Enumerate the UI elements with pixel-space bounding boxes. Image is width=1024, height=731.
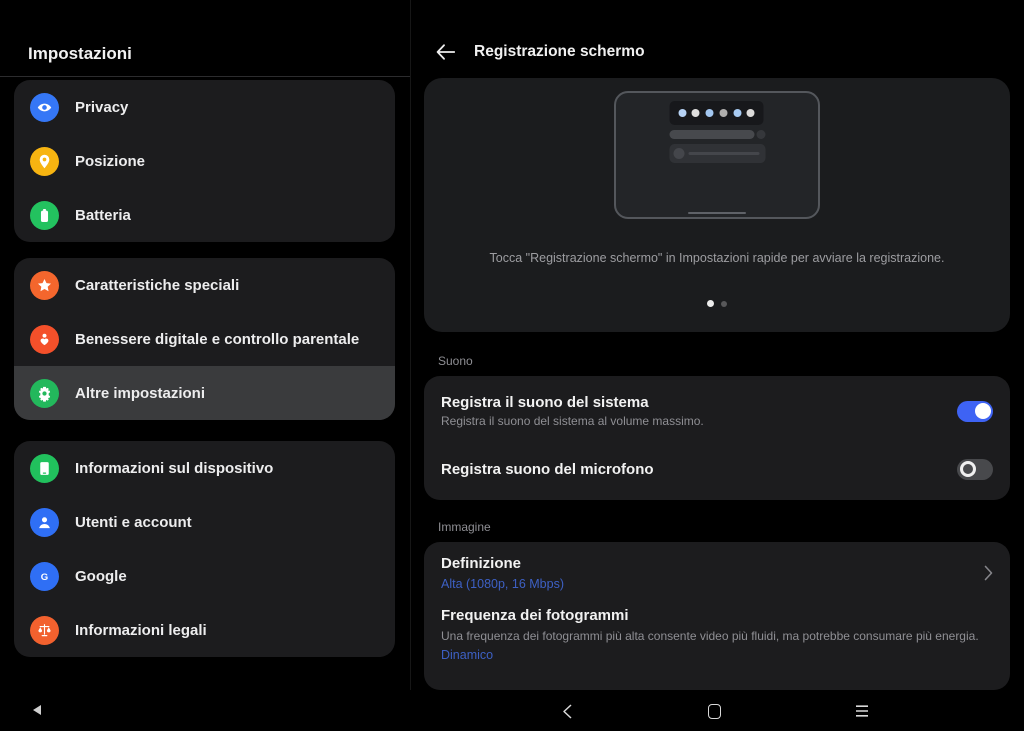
setting-subtitle: Registra il suono del sistema al volume … (441, 414, 704, 428)
user-icon (30, 508, 59, 537)
setting-subtitle: Una frequenza dei fotogrammi più alta co… (441, 629, 993, 643)
sidebar-item-caratteristiche-speciali[interactable]: Caratteristiche speciali (14, 258, 395, 312)
privacy-eye-icon (30, 93, 59, 122)
sidebar-item-batteria[interactable]: Batteria (14, 188, 395, 242)
section-label-suono: Suono (438, 354, 473, 368)
sidebar-item-label: Caratteristiche speciali (75, 277, 239, 294)
gear-icon (30, 379, 59, 408)
sidebar-group-3: Informazioni sul dispositivo Utenti e ac… (14, 441, 395, 657)
sidebar-item-posizione[interactable]: Posizione (14, 134, 395, 188)
slider-knob-illustration (757, 130, 766, 139)
toggle-knob (960, 461, 976, 477)
microphone-sound-toggle[interactable] (957, 459, 993, 480)
sidebar-item-label: Privacy (75, 99, 128, 116)
carousel-dots (424, 300, 1010, 307)
sidebar-group-2: Caratteristiche speciali Benessere digit… (14, 258, 395, 420)
location-pin-icon (30, 147, 59, 176)
sidebar-item-label: Google (75, 568, 127, 585)
panel-divider (410, 0, 411, 731)
chevron-right-icon (984, 565, 993, 586)
sidebar-item-label: Benessere digitale e controllo parentale (75, 331, 359, 348)
tile-dot (733, 109, 741, 117)
setting-row-frequenza-fotogrammi[interactable]: Frequenza dei fotogrammi Una frequenza d… (441, 607, 993, 662)
tablet-illustration (614, 91, 820, 219)
screen-recording-panel: Registrazione schermo (410, 0, 1024, 731)
sidebar-item-label: Utenti e account (75, 514, 192, 531)
carousel-dot[interactable] (721, 301, 727, 307)
quick-tiles-illustration (670, 101, 764, 125)
home-icon[interactable] (704, 702, 724, 720)
setting-value: Alta (1080p, 16 Mbps) (441, 577, 993, 591)
scales-icon (30, 616, 59, 645)
setting-title: Definizione (441, 555, 993, 572)
sidebar-item-privacy[interactable]: Privacy (14, 80, 395, 134)
detail-title: Registrazione schermo (474, 43, 645, 61)
hero-illustration-card: Tocca "Registrazione schermo" in Imposta… (424, 78, 1010, 332)
settings-screen: 15:05 62 Impostazioni Privacy Posizione (0, 0, 1024, 731)
wellbeing-heart-icon (30, 325, 59, 354)
google-g-icon: G (30, 562, 59, 591)
menu-icon[interactable] (852, 702, 872, 720)
setting-row-registra-sistema[interactable]: Registra il suono del sistema Registra i… (441, 376, 993, 440)
back-icon[interactable] (558, 702, 578, 720)
sidebar-item-informazioni-legali[interactable]: Informazioni legali (14, 603, 395, 657)
sidebar-item-benessere-digitale[interactable]: Benessere digitale e controllo parentale (14, 312, 395, 366)
device-icon (30, 454, 59, 483)
svg-text:G: G (41, 571, 48, 582)
sidebar-item-informazioni-dispositivo[interactable]: Informazioni sul dispositivo (14, 441, 395, 495)
tile-dot (719, 109, 727, 117)
sidebar-item-altre-impostazioni[interactable]: Altre impostazioni (14, 366, 395, 420)
home-indicator-illustration (688, 212, 746, 215)
sidebar-item-label: Informazioni sul dispositivo (75, 460, 273, 477)
star-icon (30, 271, 59, 300)
image-settings-card: Definizione Alta (1080p, 16 Mbps) Freque… (424, 542, 1010, 690)
tile-dot (692, 109, 700, 117)
section-label-immagine: Immagine (438, 520, 491, 534)
sound-settings-card: Registra il suono del sistema Registra i… (424, 376, 1010, 500)
sidebar-item-label: Batteria (75, 207, 131, 224)
setting-row-registra-microfono[interactable]: Registra suono del microfono (441, 440, 993, 498)
sidebar-item-label: Informazioni legali (75, 622, 207, 639)
back-arrow-icon[interactable] (432, 39, 458, 65)
page-title: Impostazioni (28, 44, 132, 64)
toggle-knob (975, 403, 991, 419)
carousel-dot-active[interactable] (707, 300, 714, 307)
setting-title: Frequenza dei fotogrammi (441, 607, 993, 624)
sidebar-item-label: Posizione (75, 153, 145, 170)
notification-illustration (670, 144, 766, 163)
tile-dot (678, 109, 686, 117)
setting-title: Registra suono del microfono (441, 461, 654, 478)
hero-caption: Tocca "Registrazione schermo" in Imposta… (424, 251, 1010, 265)
header-divider (0, 76, 410, 77)
tile-dot (706, 109, 714, 117)
setting-title: Registra il suono del sistema (441, 394, 704, 411)
brightness-slider-illustration (670, 130, 755, 139)
settings-sidebar: Impostazioni Privacy Posizione Batteria … (0, 0, 410, 731)
sidebar-item-google[interactable]: G Google (14, 549, 395, 603)
detail-header: Registrazione schermo (410, 28, 1024, 76)
setting-value: Dinamico (441, 648, 993, 662)
system-sound-toggle[interactable] (957, 401, 993, 422)
navigation-bar (0, 690, 1024, 731)
setting-row-definizione[interactable]: Definizione Alta (1080p, 16 Mbps) (441, 555, 993, 591)
sidebar-item-label: Altre impostazioni (75, 385, 205, 402)
back-triangle-icon[interactable] (33, 705, 41, 715)
tile-dot (747, 109, 755, 117)
sidebar-group-1: Privacy Posizione Batteria (14, 80, 395, 242)
battery-icon (30, 201, 59, 230)
sidebar-item-utenti-account[interactable]: Utenti e account (14, 495, 395, 549)
